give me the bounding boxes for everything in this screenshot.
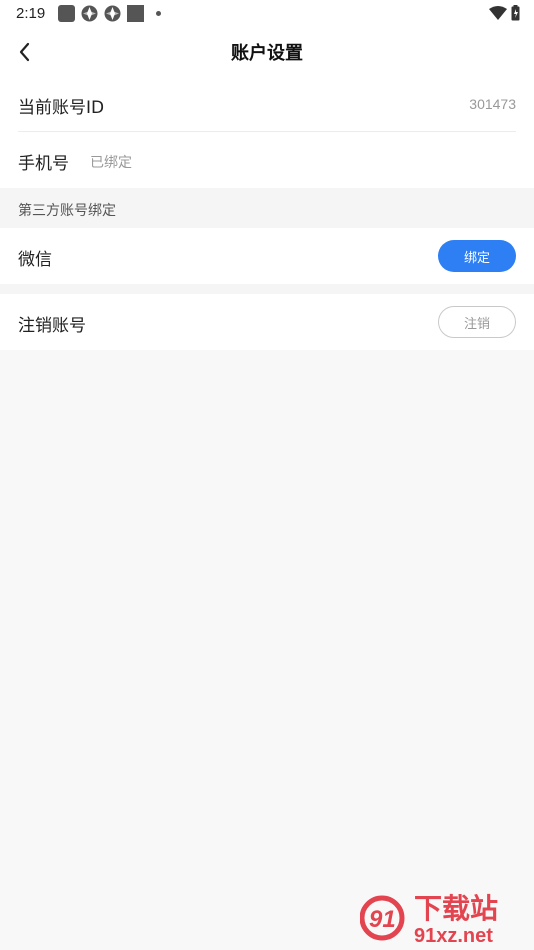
status-time: 2:19 [16,5,46,22]
aperture-icon [81,5,98,22]
account-id-value: 301473 [469,96,516,112]
cancel-account-button[interactable]: 注销 [438,306,516,338]
wechat-label: 微信 [18,250,52,270]
third-party-section-title: 第三方账号绑定 [18,203,116,219]
third-party-section-header: 第三方账号绑定 [0,188,534,228]
account-id-row: 当前账号ID 301473 [0,76,534,132]
phone-row[interactable]: 手机号 已绑定 [0,132,534,188]
watermark-title: 下载站 [414,892,498,925]
system-icons [489,5,520,21]
section-gap [0,284,534,294]
wifi-icon [489,6,507,20]
phone-label: 手机号 [18,154,69,174]
cancel-account-label: 注销账号 [18,316,86,336]
status-bar: 2:19 [0,0,534,28]
bind-wechat-button[interactable]: 绑定 [438,240,516,272]
battery-icon [511,5,520,21]
square-notification-icon [127,5,144,22]
page-title: 账户设置 [231,43,303,64]
aperture-icon [104,5,121,22]
notification-icons [58,5,161,22]
watermark-url: 91xz.net [414,925,493,947]
account-id-label: 当前账号ID [18,98,105,118]
wechat-row: 微信 绑定 [0,228,534,284]
cancel-account-row: 注销账号 注销 [0,294,534,350]
svg-text:91: 91 [369,906,396,933]
more-notifications-dot-icon [156,11,161,16]
app-notification-icon [58,5,75,22]
site-watermark-logo: 91 下载站 91xz.net [360,892,498,947]
phone-status: 已绑定 [90,155,132,171]
nav-bar: 账户设置 [0,28,534,76]
